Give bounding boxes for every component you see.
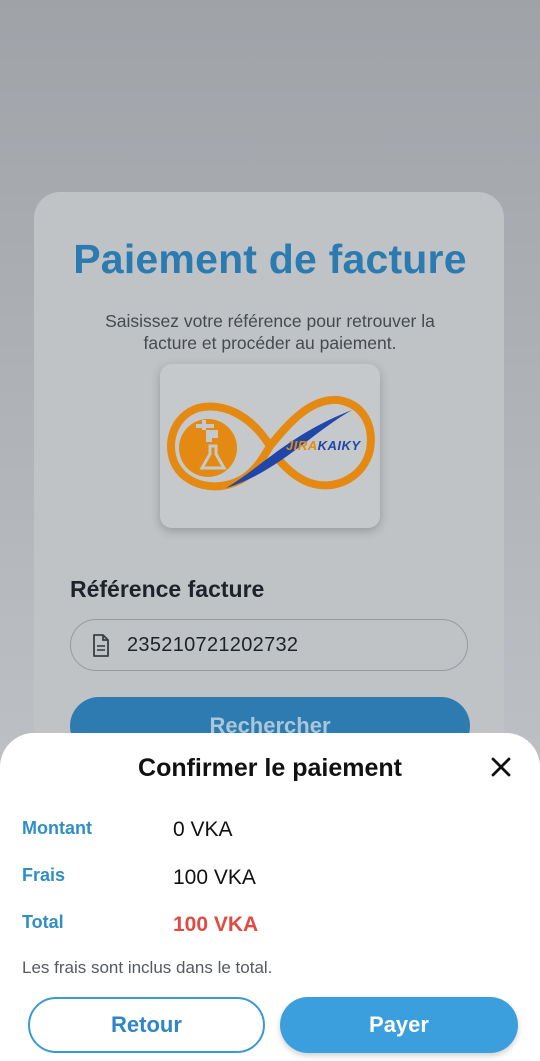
fees-note: Les frais sont inclus dans le total.: [22, 958, 273, 977]
page-title: Paiement de facture: [73, 236, 467, 282]
brand-name-part2: KAIKY: [317, 438, 361, 453]
document-icon: [93, 634, 109, 657]
brand-name: JIRAKAIKY: [286, 438, 361, 453]
brand-name-part1: JIRA: [286, 438, 318, 453]
dialog-title: Confirmer le paiement: [138, 754, 402, 782]
brand-logo: JIRAKAIKY: [160, 364, 380, 528]
fees-value: 100 VKA: [173, 866, 256, 889]
fees-label: Frais: [22, 865, 66, 885]
reference-label: Référence facture: [70, 576, 265, 602]
pay-button[interactable]: Payer: [280, 997, 518, 1053]
close-icon[interactable]: [490, 756, 512, 778]
page-subtitle: Saisissez votre référence pour retrouver…: [105, 311, 435, 353]
reference-input[interactable]: 235210721202732: [70, 619, 468, 671]
amount-label: Montant: [22, 818, 92, 838]
total-value: 100 VKA: [173, 913, 259, 936]
back-button[interactable]: Retour: [28, 997, 265, 1053]
amount-value: 0 VKA: [173, 818, 233, 841]
reference-value: 235210721202732: [127, 634, 299, 656]
total-label: Total: [22, 912, 64, 932]
